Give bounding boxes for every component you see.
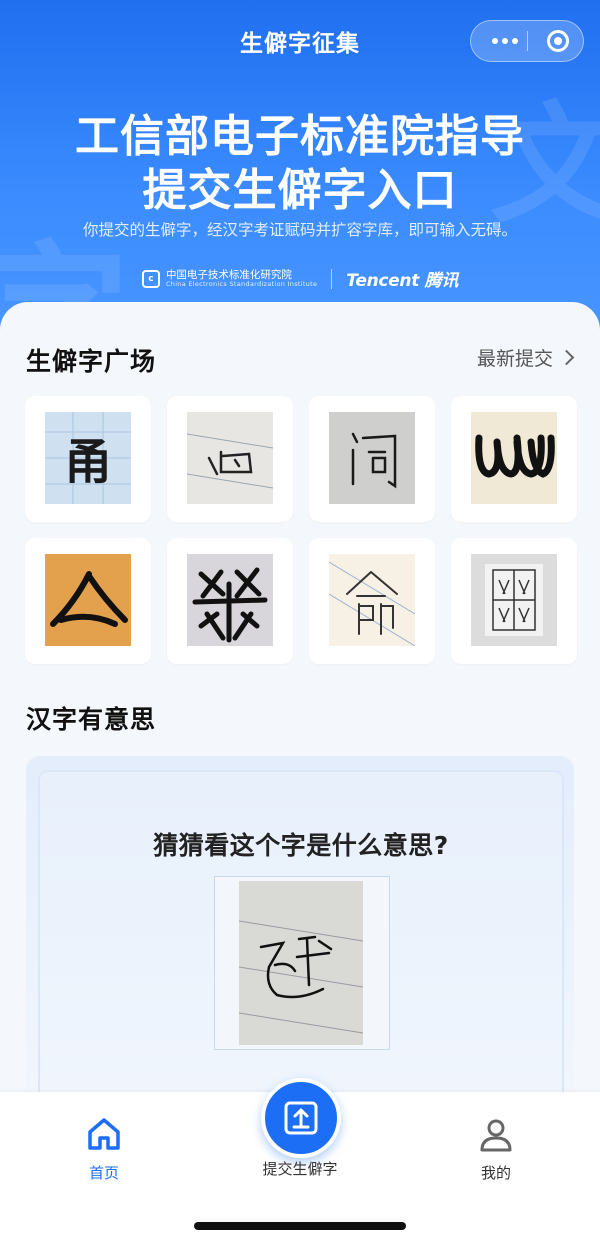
char-tile[interactable] [25,538,151,664]
char-tile[interactable] [451,538,577,664]
home-icon [88,1118,120,1150]
cesi-logo: c 中国电子技术标准化研究院 China Electronics Standar… [141,268,318,288]
guess-question: 猜猜看这个字是什么意思? [153,831,449,860]
submit-char-label: 提交生僻字 [262,1160,338,1178]
char-tile[interactable] [309,538,435,664]
tab-mine-label: 我的 [480,1164,511,1182]
tab-home-label: 首页 [88,1164,119,1182]
cesi-name-en: China Electronics Standardization Instit… [165,279,318,288]
char-photo [187,554,273,646]
hero-headline-2: 提交生僻字入口 [142,165,458,216]
char-tile[interactable] [309,396,435,522]
guess-photo-frame [214,876,390,1050]
chevron-right-icon [558,349,575,366]
latest-submissions-link[interactable]: 最新提交 [476,344,575,371]
plaza-title: 生僻字广场 [26,347,157,376]
char-photo [45,554,131,646]
char-photo [329,412,415,504]
char-tile[interactable] [167,538,293,664]
close-target-icon[interactable] [547,30,569,52]
tab-mine[interactable]: 我的 [436,1114,556,1183]
fun-section-title: 汉字有意思 [26,705,157,734]
mini-program-capsule [470,20,584,62]
char-tile[interactable] [451,396,577,522]
more-icon[interactable] [485,21,525,61]
logo-divider [331,268,333,289]
tencent-logo: Tencent 腾讯 [346,271,459,291]
char-photo [187,412,273,504]
home-indicator [194,1222,406,1230]
cesi-name-cn: 中国电子技术标准化研究院 [165,268,292,281]
char-photo: 甬 [45,412,131,504]
char-photo [471,554,557,646]
latest-submissions-label: 最新提交 [476,348,553,370]
capsule-divider [527,31,528,51]
svg-text:甬: 甬 [64,434,112,490]
char-tile[interactable] [167,396,293,522]
char-tile[interactable]: 甬 [25,396,151,522]
guess-photo [239,881,363,1045]
char-photo [329,554,415,646]
cesi-mark-icon: c [141,269,160,288]
character-grid: 甬 [25,396,577,664]
content-sheet: 生僻字广场 最新提交 甬 汉字有意思 猜猜看这个字是什么意思? [0,302,600,1138]
submit-char-button[interactable] [261,1078,341,1158]
char-photo [471,412,557,504]
tab-home[interactable]: 首页 [44,1114,164,1183]
hero-subtitle: 你提交的生僻字，经汉字考证赋码并扩容字库，即可输入无碍。 [82,221,517,239]
user-icon [480,1119,512,1152]
upload-icon [284,1101,318,1135]
partner-logos: c 中国电子技术标准化研究院 China Electronics Standar… [0,266,600,291]
